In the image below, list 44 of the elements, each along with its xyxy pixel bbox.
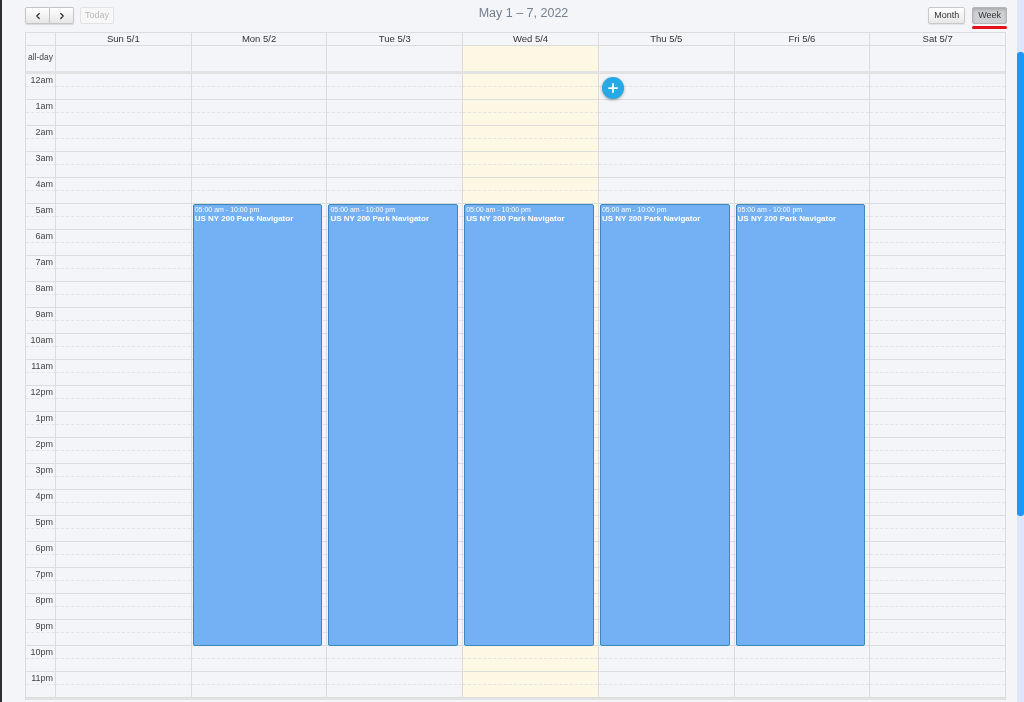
next-button[interactable] bbox=[50, 7, 74, 24]
hour-label: 7am bbox=[35, 256, 54, 268]
event-title: US NY 200 Park Navigator bbox=[737, 214, 837, 224]
day-header: Sun 5/1 bbox=[107, 33, 140, 45]
hour-label: 7pm bbox=[35, 568, 54, 580]
date-range-title: May 1 – 7, 2022 bbox=[478, 5, 569, 21]
hour-label: 12am bbox=[30, 74, 54, 86]
hour-label: 8pm bbox=[35, 594, 54, 606]
hour-label: 1am bbox=[35, 100, 54, 112]
event-title: US NY 200 Park Navigator bbox=[330, 214, 429, 224]
hour-label: 8am bbox=[35, 282, 54, 294]
all-day-label: all-day bbox=[26, 51, 54, 64]
day-header: Mon 5/2 bbox=[241, 33, 277, 45]
day-header: Thu 5/5 bbox=[650, 33, 683, 45]
event-title: US NY 200 Park Navigator bbox=[601, 214, 701, 224]
day-header: Wed 5/4 bbox=[512, 33, 549, 45]
hour-label: 2pm bbox=[35, 438, 54, 450]
hour-label: 5pm bbox=[35, 516, 54, 528]
hour-label: 5am bbox=[35, 204, 54, 216]
hour-label: 9pm bbox=[35, 620, 54, 632]
hour-label: 1pm bbox=[35, 412, 54, 424]
hour-label: 9am bbox=[35, 308, 54, 320]
day-header: Tue 5/3 bbox=[378, 33, 411, 45]
hour-label: 6pm bbox=[35, 542, 54, 554]
hour-label: 2am bbox=[35, 126, 54, 138]
hour-label: 10am bbox=[30, 334, 54, 346]
hour-label: 11pm bbox=[31, 672, 54, 684]
previous-button[interactable] bbox=[25, 7, 50, 24]
view-tab[interactable]: Week bbox=[972, 7, 1007, 24]
day-header: Fri 5/6 bbox=[788, 33, 816, 45]
hour-label: 11am bbox=[31, 360, 54, 372]
day-header: Sat 5/7 bbox=[922, 33, 953, 45]
hour-label: 10pm bbox=[30, 646, 54, 658]
hour-label: 6am bbox=[35, 230, 54, 242]
hour-label: 3am bbox=[35, 152, 54, 164]
hour-label: 3pm bbox=[35, 464, 54, 476]
event-title: US NY 200 Park Navigator bbox=[466, 214, 565, 224]
scrollbar-thumb[interactable] bbox=[1017, 52, 1024, 516]
event-title: US NY 200 Park Navigator bbox=[194, 214, 294, 224]
view-tab[interactable]: Month bbox=[928, 7, 966, 24]
hour-label: 4pm bbox=[35, 490, 54, 502]
hour-label: 4am bbox=[35, 178, 54, 190]
plus-icon bbox=[606, 81, 620, 95]
hour-label: 12pm bbox=[30, 386, 54, 398]
